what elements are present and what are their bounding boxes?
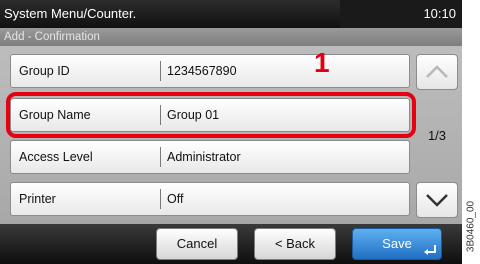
chevron-up-icon	[426, 65, 448, 78]
callout-number: 1	[314, 47, 330, 78]
row-value: 1234567890	[167, 64, 237, 78]
row-label: Printer	[19, 192, 56, 206]
row-divider	[160, 147, 161, 167]
enter-icon	[424, 245, 436, 255]
row-access-level[interactable]: Access Level Administrator	[10, 140, 410, 174]
row-printer[interactable]: Printer Off	[10, 182, 410, 216]
figure-code: 3B0460_00	[463, 194, 479, 264]
scroll-down-button[interactable]	[416, 182, 458, 218]
save-label: Save	[382, 236, 412, 251]
status-bar: System Menu/Counter. 10:10	[0, 0, 462, 28]
row-value: Off	[167, 192, 184, 206]
row-group-id[interactable]: Group ID 1234567890	[10, 54, 410, 88]
save-button[interactable]: Save	[352, 228, 442, 260]
figure-code-label: 3B0460_00	[465, 200, 477, 253]
row-divider	[160, 61, 161, 81]
highlight-frame	[6, 92, 416, 138]
page-title: Add - Confirmation	[0, 28, 462, 46]
clock: 10:10	[423, 6, 456, 21]
back-button[interactable]: < Back	[254, 228, 336, 260]
row-divider	[160, 189, 161, 209]
cancel-button[interactable]: Cancel	[156, 228, 238, 260]
scroll-up-button[interactable]	[416, 54, 458, 90]
menu-title[interactable]: System Menu/Counter.	[0, 0, 340, 28]
row-label: Access Level	[19, 150, 93, 164]
chevron-down-icon	[426, 194, 448, 207]
row-value: Administrator	[167, 150, 241, 164]
page-indicator: 1/3	[427, 128, 447, 143]
panel-screen: System Menu/Counter. 10:10 Add - Confirm…	[0, 0, 462, 264]
row-label: Group ID	[19, 64, 70, 78]
